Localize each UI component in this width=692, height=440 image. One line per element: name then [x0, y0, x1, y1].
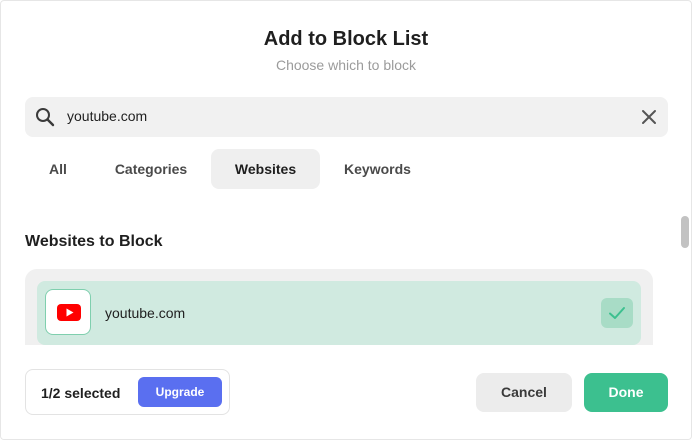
- upgrade-button[interactable]: Upgrade: [138, 377, 222, 407]
- selection-counter: 1/2 selected Upgrade: [25, 369, 230, 415]
- search-input[interactable]: youtube.com: [67, 108, 147, 124]
- tab-websites[interactable]: Websites: [211, 149, 320, 189]
- scrollbar-thumb[interactable]: [681, 216, 689, 248]
- search-bar[interactable]: youtube.com: [25, 97, 668, 137]
- cancel-button[interactable]: Cancel: [476, 373, 572, 412]
- tab-all[interactable]: All: [25, 149, 91, 189]
- checkbox[interactable]: [601, 298, 633, 328]
- check-icon: [609, 307, 625, 319]
- section-title: Websites to Block: [25, 233, 163, 250]
- tab-keywords[interactable]: Keywords: [330, 149, 425, 189]
- done-button[interactable]: Done: [584, 373, 668, 412]
- add-to-block-list-dialog: Add to Block List Choose which to block …: [0, 0, 692, 440]
- selected-count: 1/2 selected: [41, 385, 121, 401]
- search-icon: [35, 107, 55, 127]
- list-item[interactable]: youtube.com: [37, 281, 641, 345]
- dialog-footer: 1/2 selected Upgrade Cancel Done: [1, 345, 691, 439]
- tab-categories[interactable]: Categories: [101, 149, 201, 189]
- youtube-logo-icon: [45, 289, 91, 335]
- dialog-title: Add to Block List: [263, 28, 429, 50]
- close-icon[interactable]: [640, 108, 658, 126]
- site-name: youtube.com: [105, 305, 186, 321]
- dialog-subtitle: Choose which to block: [275, 57, 417, 73]
